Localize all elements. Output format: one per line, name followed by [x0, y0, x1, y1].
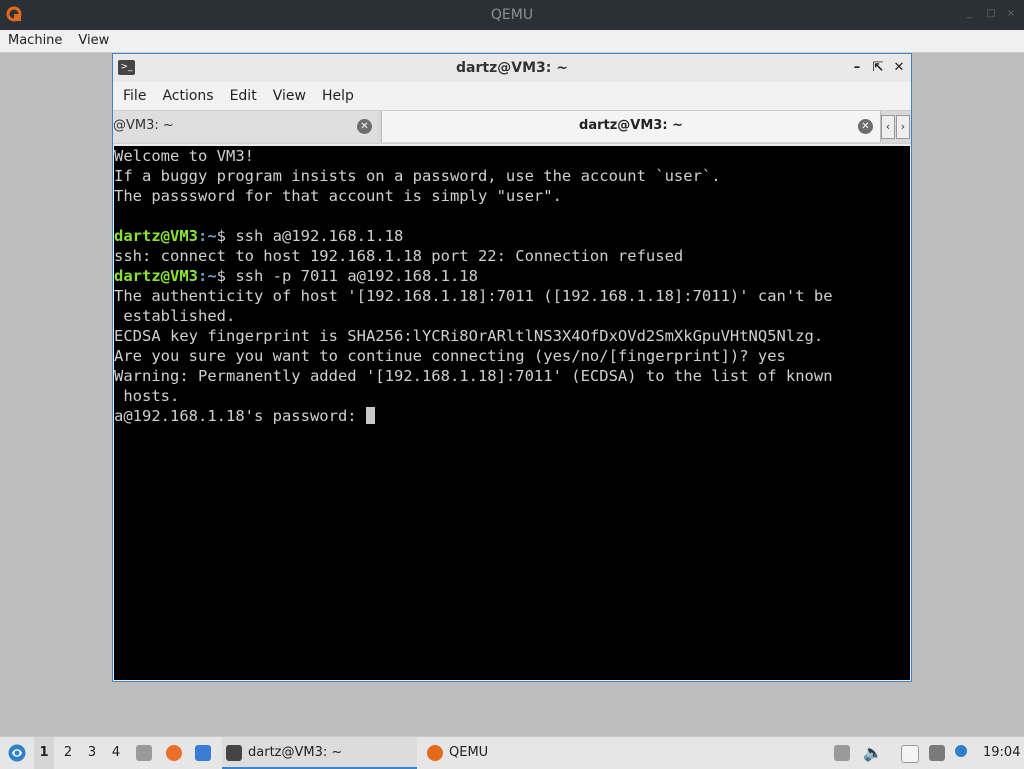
tab-bar: @VM3: ~ ✕ dartz@VM3: ~ ✕ ‹ › — [113, 110, 911, 144]
line-text: $ ssh a@192.168.1.18 — [216, 227, 404, 245]
terminal-line: ssh: connect to host 192.168.1.18 port 2… — [114, 246, 910, 266]
tab-close-icon[interactable]: ✕ — [858, 119, 873, 134]
qemu-menubar: Machine View — [0, 30, 1024, 53]
terminal-window: >_ dartz@VM3: ~ – ⇱ ✕ File Actions Edit Vie… — [112, 53, 912, 682]
terminal-line: If a buggy program insists on a password… — [114, 166, 910, 186]
terminal-line: a@192.168.1.18's password: — [114, 406, 910, 426]
terminal-app-icon: >_ — [118, 60, 135, 75]
desktop-icon[interactable] — [195, 745, 211, 761]
terminal-cursor — [365, 407, 375, 424]
terminal-task-icon — [226, 745, 242, 761]
workspace-2[interactable]: 2 — [58, 737, 78, 769]
terminal-line: dartz@VM3:~$ ssh a@192.168.1.18 — [114, 226, 910, 246]
line-text: ssh: connect to host 192.168.1.18 port 2… — [114, 247, 684, 265]
line-text: If a buggy program insists on a password… — [114, 167, 721, 185]
task-terminal-label: dartz@VM3: ~ — [248, 745, 343, 760]
terminal-menubar: File Actions Edit View Help — [113, 82, 911, 110]
terminal-minimize-icon[interactable]: – — [850, 54, 864, 82]
file-manager-icon[interactable] — [136, 745, 152, 761]
task-qemu[interactable]: QEMU — [423, 737, 609, 769]
menu-actions[interactable]: Actions — [154, 82, 221, 110]
terminal-line: established. — [114, 306, 910, 326]
workspace-1[interactable]: 1 — [34, 737, 54, 769]
network-icon[interactable] — [929, 745, 945, 761]
firefox-icon[interactable] — [166, 745, 182, 761]
tab-close-icon[interactable]: ✕ — [357, 119, 372, 134]
tab-inactive-label: @VM3: ~ — [113, 118, 174, 133]
terminal-output[interactable]: Welcome to VM3! If a buggy program insist… — [114, 146, 910, 680]
close-icon[interactable]: × — [1006, 9, 1016, 19]
terminal-line: The authenticity of host '[192.168.1.18]… — [114, 286, 910, 306]
line-text: The authenticity of host '[192.168.1.18]… — [114, 287, 833, 305]
line-text: $ ssh -p 7011 a@192.168.1.18 — [216, 267, 478, 285]
prompt-user: dartz@VM3 — [114, 267, 198, 285]
terminal-titlebar: >_ dartz@VM3: ~ – ⇱ ✕ — [113, 54, 911, 82]
line-text: Welcome to VM3! — [114, 147, 254, 165]
prompt-path: :~ — [198, 227, 217, 245]
terminal-window-title: dartz@VM3: ~ — [456, 60, 568, 76]
terminal-line: Welcome to VM3! — [114, 146, 910, 166]
tab-inactive[interactable]: @VM3: ~ ✕ — [113, 111, 378, 142]
terminal-line: Warning: Permanently added '[192.168.1.1… — [114, 366, 910, 386]
tab-active[interactable]: dartz@VM3: ~ ✕ — [381, 111, 881, 142]
line-text: Are you sure you want to continue connec… — [114, 347, 786, 365]
menu-view-terminal[interactable]: View — [265, 82, 314, 110]
task-qemu-label: QEMU — [449, 745, 489, 760]
terminal-line: The passsword for that account is simply… — [114, 186, 910, 206]
menu-help[interactable]: Help — [314, 82, 362, 110]
line-text: hosts. — [114, 387, 180, 405]
terminal-line: dartz@VM3:~$ ssh -p 7011 a@192.168.1.18 — [114, 266, 910, 286]
clipboard-icon[interactable] — [834, 745, 850, 761]
prompt-path: :~ — [198, 267, 217, 285]
volume-icon[interactable]: 🔈 — [863, 737, 883, 769]
menu-file[interactable]: File — [115, 82, 154, 110]
workspace-3[interactable]: 3 — [82, 737, 102, 769]
line-text: ECDSA key fingerprint is SHA256:lYCRi8Or… — [114, 327, 824, 345]
notes-icon[interactable] — [901, 745, 919, 763]
prompt-user: dartz@VM3 — [114, 227, 198, 245]
terminal-close-icon[interactable]: ✕ — [892, 54, 906, 82]
line-text: established. — [114, 307, 236, 325]
terminal-line: ECDSA key fingerprint is SHA256:lYCRi8Or… — [114, 326, 910, 346]
taskbar: 1 2 3 4 dartz@VM3: ~ QEMU 🔈 19:04 — [0, 736, 1024, 769]
qemu-logo-icon — [6, 6, 22, 22]
qemu-titlebar: QEMU _ □ × — [0, 0, 1024, 30]
qemu-task-icon — [427, 745, 443, 761]
menu-machine[interactable]: Machine — [0, 30, 70, 52]
terminal-maximize-icon[interactable]: ⇱ — [871, 54, 885, 82]
task-terminal[interactable]: dartz@VM3: ~ — [222, 737, 417, 769]
start-menu-icon[interactable] — [8, 744, 26, 762]
tab-scroll-left-icon[interactable]: ‹ — [881, 115, 895, 139]
menu-edit[interactable]: Edit — [222, 82, 265, 110]
info-icon[interactable] — [955, 745, 967, 757]
line-text: The passsword for that account is simply… — [114, 187, 562, 205]
menu-view[interactable]: View — [70, 30, 117, 52]
line-text: Warning: Permanently added '[192.168.1.1… — [114, 367, 833, 385]
workspace-4[interactable]: 4 — [106, 737, 126, 769]
line-text: a@192.168.1.18's password: — [114, 407, 366, 425]
tab-scroll-right-icon[interactable]: › — [896, 115, 910, 139]
clock: 19:04 — [983, 745, 1021, 760]
maximize-icon[interactable]: □ — [986, 9, 996, 19]
terminal-line: hosts. — [114, 386, 910, 406]
terminal-line: Are you sure you want to continue connec… — [114, 346, 910, 366]
qemu-title: QEMU — [490, 7, 534, 23]
tab-active-label: dartz@VM3: ~ — [579, 118, 683, 133]
minimize-icon[interactable]: _ — [964, 9, 974, 19]
